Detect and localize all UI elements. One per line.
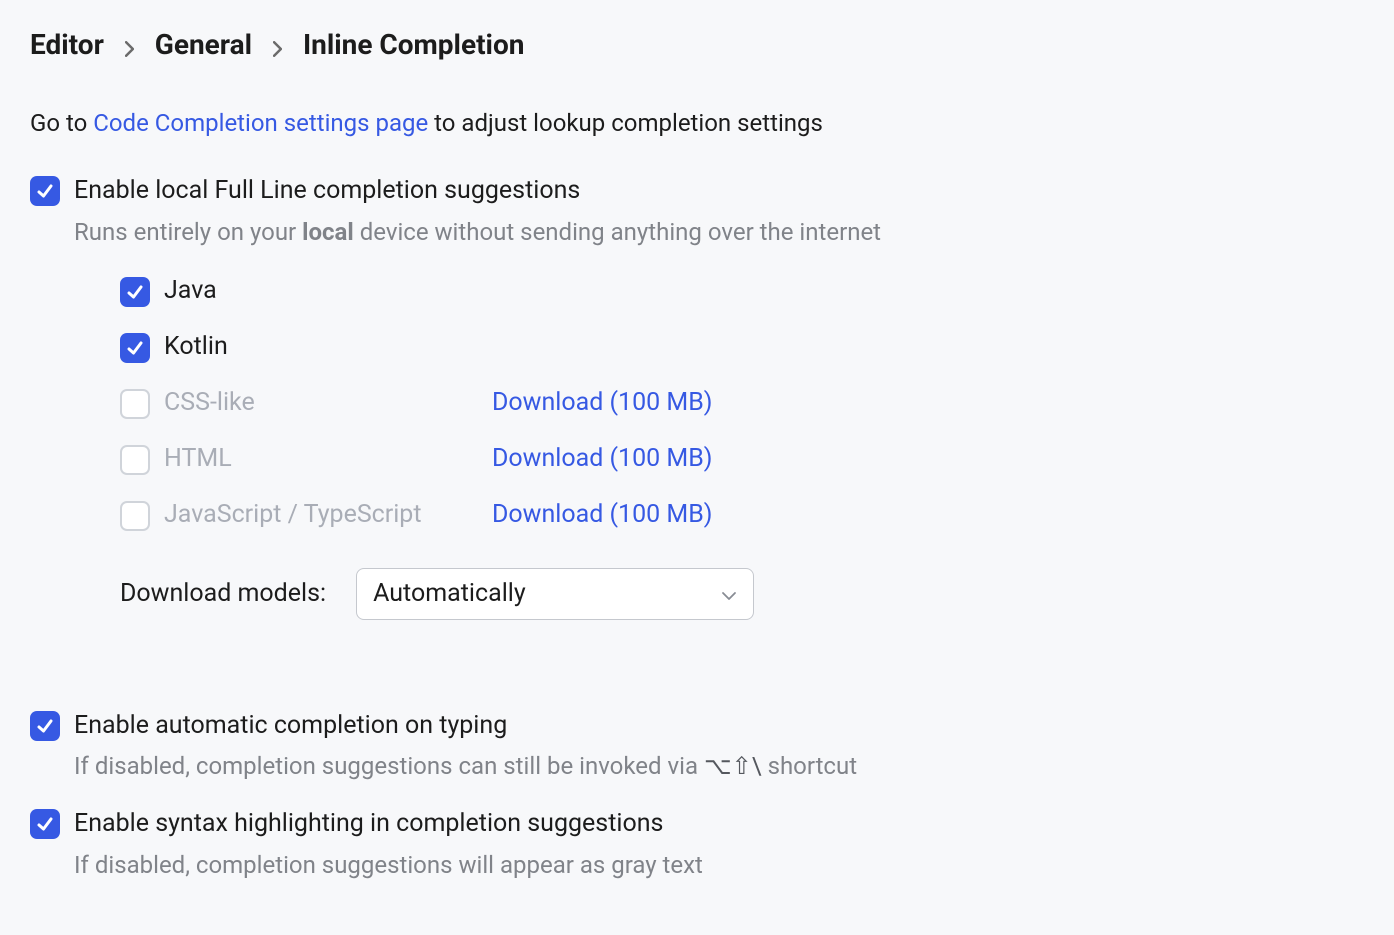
enable-syntax-highlight-checkbox[interactable] <box>30 809 60 839</box>
breadcrumb-editor[interactable]: Editor <box>30 28 104 61</box>
download-css-link[interactable]: Download (100 MB) <box>492 388 713 417</box>
code-completion-settings-link[interactable]: Code Completion settings page <box>93 109 428 137</box>
auto-hint-pre: If disabled, completion suggestions can … <box>74 752 704 780</box>
full-line-hint: Runs entirely on your local device witho… <box>74 218 881 246</box>
lang-java-label: Java <box>164 276 492 305</box>
download-models-value: Automatically <box>373 579 526 608</box>
enable-full-line-checkbox[interactable] <box>30 176 60 206</box>
auto-hint-shortcut: ⌥⇧\ <box>704 752 762 780</box>
lang-kotlin-checkbox[interactable] <box>120 333 150 363</box>
enable-auto-typing-checkbox[interactable] <box>30 711 60 741</box>
lang-css-checkbox[interactable] <box>120 389 150 419</box>
breadcrumb-general[interactable]: General <box>155 28 252 61</box>
chevron-down-icon <box>721 579 737 608</box>
enable-full-line-label: Enable local Full Line completion sugges… <box>74 175 881 208</box>
download-models-label: Download models: <box>120 579 326 608</box>
syntax-highlight-hint: If disabled, completion suggestions will… <box>74 851 703 879</box>
intro-text: Go to Code Completion settings page to a… <box>30 109 1364 137</box>
hint-pre: Runs entirely on your <box>74 218 302 246</box>
chevron-right-icon <box>273 30 282 63</box>
download-models-select[interactable]: Automatically <box>356 568 754 620</box>
hint-bold: local <box>302 218 354 246</box>
intro-prefix: Go to <box>30 109 93 137</box>
lang-html-label: HTML <box>164 444 492 473</box>
download-js-ts-link[interactable]: Download (100 MB) <box>492 500 713 529</box>
lang-js-ts-label: JavaScript / TypeScript <box>164 500 492 529</box>
breadcrumb-inline-completion: Inline Completion <box>303 28 525 61</box>
lang-css-label: CSS-like <box>164 388 492 417</box>
lang-kotlin-label: Kotlin <box>164 332 492 361</box>
chevron-right-icon <box>125 30 134 63</box>
intro-suffix: to adjust lookup completion settings <box>428 109 823 137</box>
enable-auto-typing-label: Enable automatic completion on typing <box>74 710 857 743</box>
breadcrumb: Editor General Inline Completion <box>30 28 1364 63</box>
auto-typing-hint: If disabled, completion suggestions can … <box>74 752 857 780</box>
download-html-link[interactable]: Download (100 MB) <box>492 444 713 473</box>
enable-syntax-highlight-label: Enable syntax highlighting in completion… <box>74 808 703 841</box>
auto-hint-post: shortcut <box>762 752 857 780</box>
lang-java-checkbox[interactable] <box>120 277 150 307</box>
lang-js-ts-checkbox[interactable] <box>120 501 150 531</box>
lang-html-checkbox[interactable] <box>120 445 150 475</box>
hint-post: device without sending anything over the… <box>354 218 881 246</box>
